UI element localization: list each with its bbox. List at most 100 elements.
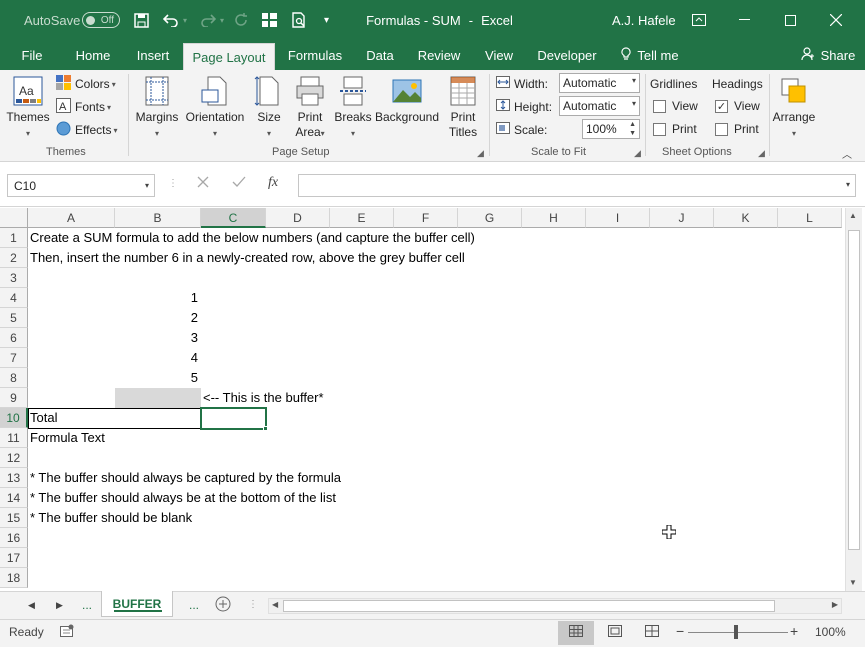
tab-review[interactable]: Review [410,40,468,70]
row-header-15[interactable]: 15 [0,508,28,528]
enter-icon[interactable] [232,175,246,191]
select-all-corner[interactable] [0,208,28,228]
row-header-11[interactable]: 11 [0,428,28,448]
formula-input[interactable]: ▾ [298,174,856,197]
autosave-toggle[interactable]: Off [82,12,120,28]
worksheet-grid[interactable]: ABCDEFGHIJKL 1 2 3 4 5 6 7 8 9 10 11 12 13 14 15 16 17 18… [0,208,845,591]
user-name[interactable]: A.J. Hafele [612,0,676,40]
zoom-in-icon[interactable]: + [790,623,798,639]
gridlines-view-checkbox[interactable]: View [653,99,698,113]
column-header-d[interactable]: D [266,208,330,228]
more-sheets-right[interactable]: ... [189,598,199,612]
row-header-18[interactable]: 18 [0,568,28,588]
previous-sheet-icon[interactable]: ◀ [28,600,35,611]
checkbox[interactable] [653,122,666,136]
buffer-cell-b9[interactable] [115,388,201,408]
refresh-icon[interactable] [234,0,248,40]
splitter-dots-icon[interactable]: ⋮ [248,599,258,610]
cell-a1[interactable]: Create a SUM formula to add the below nu… [28,228,475,248]
tab-data[interactable]: Data [358,40,402,70]
spinner-arrows-icon[interactable]: ▲ ▼ [629,120,636,138]
colors-button[interactable]: Colors ▾ [56,75,116,93]
column-header-j[interactable]: J [650,208,714,228]
cell-b4[interactable]: 1 [115,288,201,308]
margins-button[interactable]: Margins ▾ [133,76,181,141]
column-header-i[interactable]: I [586,208,650,228]
cell-a11[interactable]: Formula Text [28,428,105,448]
redo-icon[interactable] [200,0,216,40]
macro-record-icon[interactable] [60,624,74,641]
checkbox[interactable] [715,122,728,136]
column-header-g[interactable]: G [458,208,522,228]
cancel-icon[interactable] [197,175,209,191]
row-header-8[interactable]: 8 [0,368,28,388]
row-header-6[interactable]: 6 [0,328,28,348]
zoom-slider-thumb[interactable] [734,625,738,639]
size-button[interactable]: Size ▾ [254,76,284,141]
row-header-4[interactable]: 4 [0,288,28,308]
scroll-left-icon[interactable]: ◀ [272,600,278,609]
tell-me-search[interactable]: Tell me [618,40,682,70]
row-header-13[interactable]: 13 [0,468,28,488]
zoom-out-icon[interactable]: − [676,623,684,639]
column-header-h[interactable]: H [522,208,586,228]
scroll-thumb[interactable] [848,230,860,550]
cell-a13[interactable]: * The buffer should always be captured b… [28,468,341,488]
background-button[interactable]: Background [374,76,440,125]
headings-view-checkbox[interactable]: ✓ View [715,99,760,113]
scale-to-fit-launcher-icon[interactable]: ◢ [634,148,641,159]
print-preview-icon[interactable] [292,0,307,40]
save-icon[interactable] [134,0,149,40]
fill-handle[interactable] [263,426,268,431]
grid-icon[interactable] [262,0,277,40]
page-layout-view-icon[interactable] [597,621,633,645]
chevron-down-icon[interactable]: ▾ [145,181,149,190]
customize-toolbar-icon[interactable]: ▾ [324,0,329,40]
more-sheets-left[interactable]: ... [82,598,92,612]
name-box[interactable]: C10 ▾ [7,174,155,197]
cell-a15[interactable]: * The buffer should be blank [28,508,192,528]
themes-button[interactable]: Aa Themes ▾ [6,76,50,141]
row-header-9[interactable]: 9 [0,388,28,408]
arrange-button[interactable]: Arrange ▾ [772,76,816,141]
share-button[interactable]: Share [798,40,858,70]
row-header-1[interactable]: 1 [0,228,28,248]
normal-view-icon[interactable] [558,621,594,645]
scroll-thumb[interactable] [283,600,775,612]
tab-developer[interactable]: Developer [530,40,604,70]
row-header-2[interactable]: 2 [0,248,28,268]
next-sheet-icon[interactable]: ▶ [56,600,63,611]
row-header-17[interactable]: 17 [0,548,28,568]
page-setup-launcher-icon[interactable]: ◢ [477,148,484,159]
vertical-scrollbar[interactable]: ▲ ▼ [845,208,862,591]
close-icon[interactable] [813,0,859,40]
tab-formulas[interactable]: Formulas [280,40,350,70]
row-header-3[interactable]: 3 [0,268,28,288]
checkmark-icon[interactable]: ✓ [715,99,728,113]
sheet-tab-buffer[interactable]: BUFFER [101,591,173,617]
row-header-16[interactable]: 16 [0,528,28,548]
undo-dropdown-icon[interactable]: ▾ [183,0,187,40]
insert-function-icon[interactable]: fx [268,175,278,191]
maximize-icon[interactable] [767,0,813,40]
column-header-l[interactable]: L [778,208,842,228]
zoom-level[interactable]: 100% [815,625,846,639]
undo-icon[interactable] [163,0,179,40]
cell-b7[interactable]: 4 [115,348,201,368]
cell-b8[interactable]: 5 [115,368,201,388]
zoom-slider-track[interactable] [688,632,788,633]
scroll-down-icon[interactable]: ▼ [849,578,857,587]
tab-home[interactable]: Home [66,40,120,70]
orientation-button[interactable]: Orientation ▾ [183,76,247,141]
tab-view[interactable]: View [476,40,522,70]
sheet-options-launcher-icon[interactable]: ◢ [758,148,765,159]
collapse-ribbon-icon[interactable]: ︿ [842,146,852,161]
column-header-b[interactable]: B [115,208,201,228]
headings-print-checkbox[interactable]: Print [715,122,759,136]
row-header-5[interactable]: 5 [0,308,28,328]
width-select[interactable]: Automatic ▾ [559,73,640,93]
column-header-f[interactable]: F [394,208,458,228]
horizontal-scrollbar[interactable]: ◀ ▶ [268,598,842,614]
tab-page-layout[interactable]: Page Layout [183,43,275,70]
cell-a2[interactable]: Then, insert the number 6 in a newly-cre… [28,248,465,268]
